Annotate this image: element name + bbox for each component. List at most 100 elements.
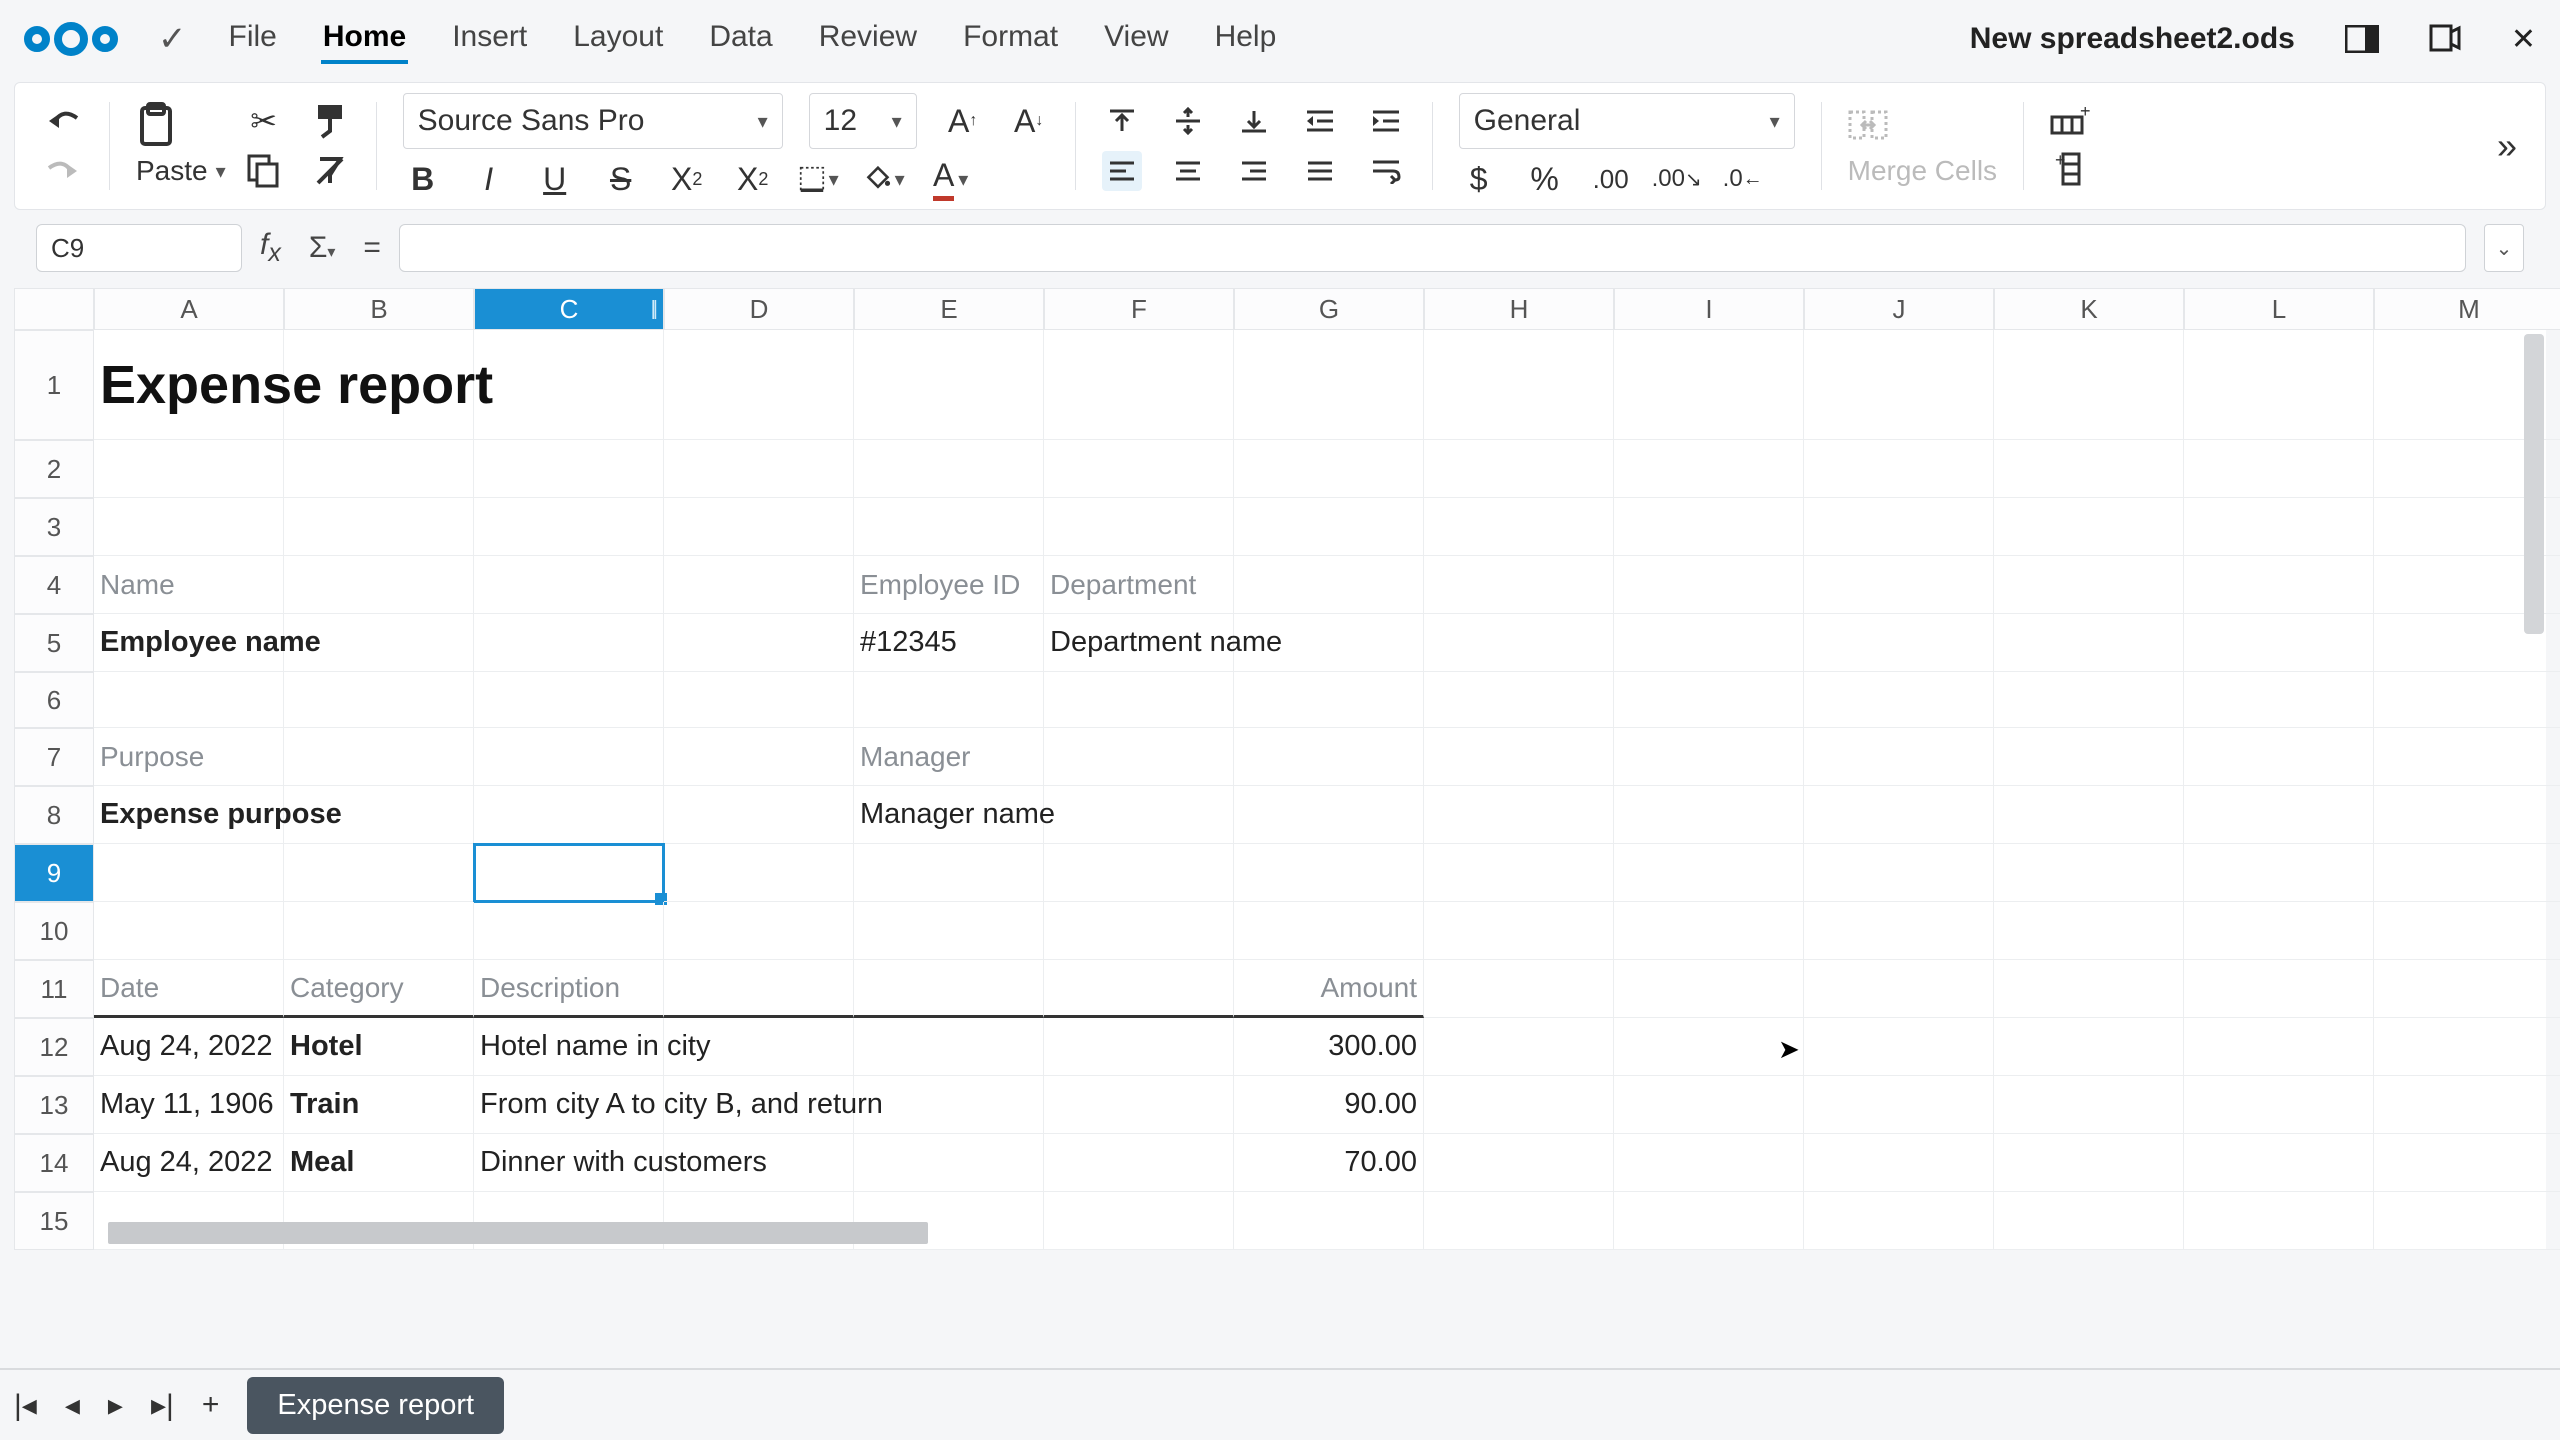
cell-I8[interactable] (1614, 786, 1804, 844)
copy-icon[interactable] (244, 151, 284, 191)
cell-D5[interactable] (664, 614, 854, 672)
cell-A4[interactable]: Name (94, 556, 284, 614)
close-icon[interactable]: ✕ (2511, 22, 2536, 57)
cell-L13[interactable] (2184, 1076, 2374, 1134)
cell-E10[interactable] (854, 902, 1044, 960)
undo-icon[interactable] (43, 101, 83, 141)
users-icon[interactable] (2429, 24, 2461, 54)
cell-K14[interactable] (1994, 1134, 2184, 1192)
menu-review[interactable]: Review (817, 14, 919, 64)
cell-A8[interactable]: Expense purpose (94, 786, 284, 844)
col-header-H[interactable]: H (1424, 288, 1614, 330)
row-header-14[interactable]: 14 (14, 1134, 94, 1192)
redo-icon[interactable] (43, 151, 83, 191)
cell-C8[interactable] (474, 786, 664, 844)
cell-I3[interactable] (1614, 498, 1804, 556)
cell-G15[interactable] (1234, 1192, 1424, 1250)
cell-C6[interactable] (474, 672, 664, 728)
cell-K3[interactable] (1994, 498, 2184, 556)
cell-C9[interactable] (474, 844, 664, 902)
currency-icon[interactable]: $ (1459, 159, 1499, 199)
cell-L14[interactable] (2184, 1134, 2374, 1192)
cell-A5[interactable]: Employee name (94, 614, 284, 672)
align-center-icon[interactable] (1168, 151, 1208, 191)
cell-I5[interactable] (1614, 614, 1804, 672)
last-sheet-icon[interactable]: ▸| (151, 1388, 174, 1423)
sheet-tab-active[interactable]: Expense report (247, 1377, 504, 1434)
cell-reference-input[interactable]: C9 (36, 224, 242, 272)
decrease-decimal-icon[interactable]: .00↘ (1657, 159, 1697, 199)
cell-K6[interactable] (1994, 672, 2184, 728)
cell-A7[interactable]: Purpose (94, 728, 284, 786)
cell-I11[interactable] (1614, 960, 1804, 1018)
cell-G8[interactable] (1234, 786, 1424, 844)
cell-B4[interactable] (284, 556, 474, 614)
row-header-12[interactable]: 12 (14, 1018, 94, 1076)
cell-J6[interactable] (1804, 672, 1994, 728)
cell-A9[interactable] (94, 844, 284, 902)
menu-layout[interactable]: Layout (571, 14, 665, 64)
col-header-J[interactable]: J (1804, 288, 1994, 330)
cell-J14[interactable] (1804, 1134, 1994, 1192)
cell-K5[interactable] (1994, 614, 2184, 672)
cell-E2[interactable] (854, 440, 1044, 498)
cell-C13[interactable]: From city A to city B, and return (474, 1076, 664, 1134)
align-top-icon[interactable] (1102, 101, 1142, 141)
cell-J9[interactable] (1804, 844, 1994, 902)
col-header-E[interactable]: E (854, 288, 1044, 330)
function-wizard-icon[interactable]: fx (260, 228, 281, 268)
font-family-select[interactable]: Source Sans Pro▾ (403, 93, 783, 149)
cell-E3[interactable] (854, 498, 1044, 556)
cell-J8[interactable] (1804, 786, 1994, 844)
cell-M8[interactable] (2374, 786, 2560, 844)
cell-F15[interactable] (1044, 1192, 1234, 1250)
cell-B11[interactable]: Category (284, 960, 474, 1018)
clipboard-icon[interactable] (136, 105, 176, 145)
bold-icon[interactable]: B (403, 159, 443, 199)
cell-J1[interactable] (1804, 330, 1994, 440)
cell-H2[interactable] (1424, 440, 1614, 498)
number-format-select[interactable]: General▾ (1459, 93, 1795, 149)
cell-F7[interactable] (1044, 728, 1234, 786)
select-all-corner[interactable] (14, 288, 94, 330)
cell-D1[interactable] (664, 330, 854, 440)
cell-G3[interactable] (1234, 498, 1424, 556)
cell-E7[interactable]: Manager (854, 728, 1044, 786)
cell-M14[interactable] (2374, 1134, 2560, 1192)
cell-C14[interactable]: Dinner with customers (474, 1134, 664, 1192)
cell-H9[interactable] (1424, 844, 1614, 902)
menu-insert[interactable]: Insert (450, 14, 529, 64)
cut-icon[interactable]: ✂ (244, 101, 284, 141)
col-header-A[interactable]: A (94, 288, 284, 330)
cell-C3[interactable] (474, 498, 664, 556)
menu-help[interactable]: Help (1213, 14, 1279, 64)
clear-format-icon[interactable] (310, 151, 350, 191)
col-header-M[interactable]: M (2374, 288, 2560, 330)
cell-A6[interactable] (94, 672, 284, 728)
cell-H11[interactable] (1424, 960, 1614, 1018)
cell-I13[interactable] (1614, 1076, 1804, 1134)
cell-B9[interactable] (284, 844, 474, 902)
cell-H7[interactable] (1424, 728, 1614, 786)
horizontal-scrollbar[interactable] (108, 1222, 928, 1244)
cell-L7[interactable] (2184, 728, 2374, 786)
cell-G13[interactable]: 90.00 (1234, 1076, 1424, 1134)
cell-H12[interactable] (1424, 1018, 1614, 1076)
cell-J7[interactable] (1804, 728, 1994, 786)
insert-row-icon[interactable]: + (2050, 101, 2090, 141)
cell-L2[interactable] (2184, 440, 2374, 498)
cell-F2[interactable] (1044, 440, 1234, 498)
underline-icon[interactable]: U (535, 159, 575, 199)
cell-H3[interactable] (1424, 498, 1614, 556)
cell-F13[interactable] (1044, 1076, 1234, 1134)
cell-A14[interactable]: Aug 24, 2022 (94, 1134, 284, 1192)
cell-L5[interactable] (2184, 614, 2374, 672)
cell-A1[interactable]: Expense report (94, 330, 284, 440)
cell-M10[interactable] (2374, 902, 2560, 960)
align-middle-icon[interactable] (1168, 101, 1208, 141)
menu-file[interactable]: File (227, 14, 279, 64)
wrap-text-icon[interactable] (1366, 151, 1406, 191)
cell-H15[interactable] (1424, 1192, 1614, 1250)
cell-G12[interactable]: 300.00 (1234, 1018, 1424, 1076)
cell-B12[interactable]: Hotel (284, 1018, 474, 1076)
